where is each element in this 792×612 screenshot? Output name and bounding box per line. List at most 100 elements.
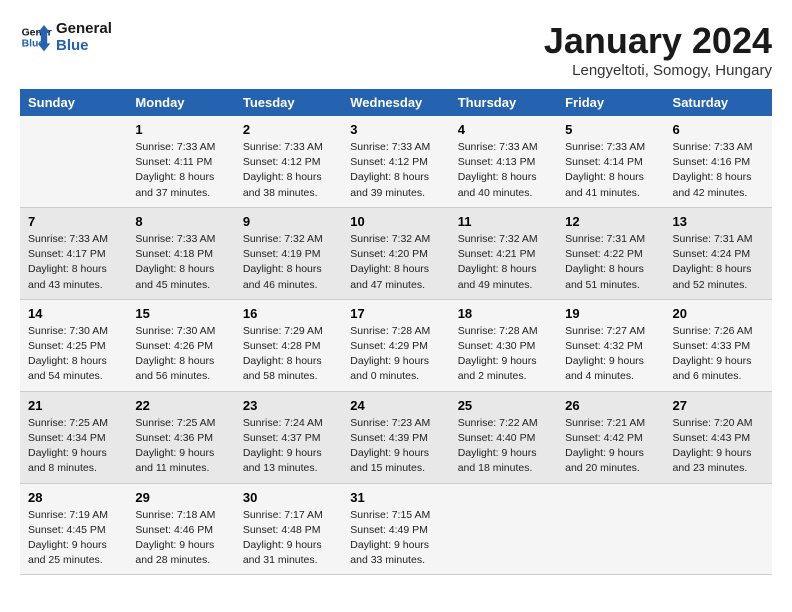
cell-info: Sunrise: 7:33 AMSunset: 4:11 PMDaylight:…: [135, 140, 226, 201]
cell-info: Sunrise: 7:25 AMSunset: 4:36 PMDaylight:…: [135, 416, 226, 477]
calendar-cell: 9 Sunrise: 7:32 AMSunset: 4:19 PMDaylight…: [235, 207, 342, 299]
cell-info: Sunrise: 7:19 AMSunset: 4:45 PMDaylight:…: [28, 508, 119, 569]
day-number: 4: [458, 122, 549, 137]
calendar-cell: [665, 483, 772, 575]
day-number: 16: [243, 306, 334, 321]
weekday-header-tuesday: Tuesday: [235, 89, 342, 116]
day-number: 28: [28, 490, 119, 505]
calendar-cell: 2 Sunrise: 7:33 AMSunset: 4:12 PMDaylight…: [235, 116, 342, 207]
cell-info: Sunrise: 7:20 AMSunset: 4:43 PMDaylight:…: [673, 416, 764, 477]
calendar-cell: 22 Sunrise: 7:25 AMSunset: 4:36 PMDayligh…: [127, 391, 234, 483]
calendar-week-row: 21 Sunrise: 7:25 AMSunset: 4:34 PMDayligh…: [20, 391, 772, 483]
cell-info: Sunrise: 7:32 AMSunset: 4:19 PMDaylight:…: [243, 232, 334, 293]
cell-info: Sunrise: 7:32 AMSunset: 4:20 PMDaylight:…: [350, 232, 441, 293]
cell-info: Sunrise: 7:21 AMSunset: 4:42 PMDaylight:…: [565, 416, 656, 477]
logo-general: General: [56, 20, 112, 37]
cell-info: Sunrise: 7:33 AMSunset: 4:13 PMDaylight:…: [458, 140, 549, 201]
cell-info: Sunrise: 7:33 AMSunset: 4:12 PMDaylight:…: [350, 140, 441, 201]
day-number: 11: [458, 214, 549, 229]
weekday-header-wednesday: Wednesday: [342, 89, 449, 116]
cell-info: Sunrise: 7:32 AMSunset: 4:21 PMDaylight:…: [458, 232, 549, 293]
weekday-header-friday: Friday: [557, 89, 664, 116]
calendar-cell: [450, 483, 557, 575]
calendar-cell: 20 Sunrise: 7:26 AMSunset: 4:33 PMDayligh…: [665, 299, 772, 391]
cell-info: Sunrise: 7:33 AMSunset: 4:17 PMDaylight:…: [28, 232, 119, 293]
calendar-cell: 15 Sunrise: 7:30 AMSunset: 4:26 PMDayligh…: [127, 299, 234, 391]
day-number: 10: [350, 214, 441, 229]
calendar-cell: 13 Sunrise: 7:31 AMSunset: 4:24 PMDayligh…: [665, 207, 772, 299]
calendar-cell: 11 Sunrise: 7:32 AMSunset: 4:21 PMDayligh…: [450, 207, 557, 299]
cell-info: Sunrise: 7:30 AMSunset: 4:26 PMDaylight:…: [135, 324, 226, 385]
day-number: 9: [243, 214, 334, 229]
cell-info: Sunrise: 7:33 AMSunset: 4:18 PMDaylight:…: [135, 232, 226, 293]
day-number: 14: [28, 306, 119, 321]
cell-info: Sunrise: 7:33 AMSunset: 4:16 PMDaylight:…: [673, 140, 764, 201]
day-number: 12: [565, 214, 656, 229]
day-number: 30: [243, 490, 334, 505]
weekday-header-row: SundayMondayTuesdayWednesdayThursdayFrid…: [20, 89, 772, 116]
page-header: General Blue General Blue January 2024 L…: [20, 20, 772, 79]
weekday-header-saturday: Saturday: [665, 89, 772, 116]
cell-info: Sunrise: 7:15 AMSunset: 4:49 PMDaylight:…: [350, 508, 441, 569]
cell-info: Sunrise: 7:33 AMSunset: 4:14 PMDaylight:…: [565, 140, 656, 201]
calendar-cell: 28 Sunrise: 7:19 AMSunset: 4:45 PMDayligh…: [20, 483, 127, 575]
cell-info: Sunrise: 7:29 AMSunset: 4:28 PMDaylight:…: [243, 324, 334, 385]
day-number: 6: [673, 122, 764, 137]
cell-info: Sunrise: 7:17 AMSunset: 4:48 PMDaylight:…: [243, 508, 334, 569]
cell-info: Sunrise: 7:25 AMSunset: 4:34 PMDaylight:…: [28, 416, 119, 477]
calendar-cell: 6 Sunrise: 7:33 AMSunset: 4:16 PMDaylight…: [665, 116, 772, 207]
day-number: 3: [350, 122, 441, 137]
day-number: 15: [135, 306, 226, 321]
calendar-cell: 8Sunrise: 7:33 AMSunset: 4:18 PMDaylight…: [127, 207, 234, 299]
day-number: 2: [243, 122, 334, 137]
day-number: 31: [350, 490, 441, 505]
logo: General Blue General Blue: [20, 20, 112, 54]
day-number: 13: [673, 214, 764, 229]
cell-info: Sunrise: 7:33 AMSunset: 4:12 PMDaylight:…: [243, 140, 334, 201]
calendar-cell: 10 Sunrise: 7:32 AMSunset: 4:20 PMDayligh…: [342, 207, 449, 299]
day-number: 5: [565, 122, 656, 137]
calendar-cell: 30 Sunrise: 7:17 AMSunset: 4:48 PMDayligh…: [235, 483, 342, 575]
cell-info: Sunrise: 7:23 AMSunset: 4:39 PMDaylight:…: [350, 416, 441, 477]
day-number: 24: [350, 398, 441, 413]
calendar-cell: 17Sunrise: 7:28 AMSunset: 4:29 PMDayligh…: [342, 299, 449, 391]
calendar-cell: 25 Sunrise: 7:22 AMSunset: 4:40 PMDayligh…: [450, 391, 557, 483]
calendar-cell: 24 Sunrise: 7:23 AMSunset: 4:39 PMDayligh…: [342, 391, 449, 483]
calendar-week-row: 7 Sunrise: 7:33 AMSunset: 4:17 PMDaylight…: [20, 207, 772, 299]
day-number: 25: [458, 398, 549, 413]
cell-info: Sunrise: 7:30 AMSunset: 4:25 PMDaylight:…: [28, 324, 119, 385]
cell-info: Sunrise: 7:28 AMSunset: 4:30 PMDaylight:…: [458, 324, 549, 385]
day-number: 1: [135, 122, 226, 137]
calendar-cell: 18 Sunrise: 7:28 AMSunset: 4:30 PMDayligh…: [450, 299, 557, 391]
day-number: 29: [135, 490, 226, 505]
cell-info: Sunrise: 7:27 AMSunset: 4:32 PMDaylight:…: [565, 324, 656, 385]
cell-info: Sunrise: 7:22 AMSunset: 4:40 PMDaylight:…: [458, 416, 549, 477]
cell-info: Sunrise: 7:31 AMSunset: 4:22 PMDaylight:…: [565, 232, 656, 293]
day-number: 7: [28, 214, 119, 229]
day-number: 23: [243, 398, 334, 413]
calendar-week-row: 28 Sunrise: 7:19 AMSunset: 4:45 PMDayligh…: [20, 483, 772, 575]
weekday-header-thursday: Thursday: [450, 89, 557, 116]
cell-info: Sunrise: 7:31 AMSunset: 4:24 PMDaylight:…: [673, 232, 764, 293]
calendar-cell: 23Sunrise: 7:24 AMSunset: 4:37 PMDayligh…: [235, 391, 342, 483]
calendar-table: SundayMondayTuesdayWednesdayThursdayFrid…: [20, 89, 772, 575]
calendar-cell: 19 Sunrise: 7:27 AMSunset: 4:32 PMDayligh…: [557, 299, 664, 391]
calendar-cell: 7 Sunrise: 7:33 AMSunset: 4:17 PMDaylight…: [20, 207, 127, 299]
calendar-cell: 31 Sunrise: 7:15 AMSunset: 4:49 PMDayligh…: [342, 483, 449, 575]
day-number: 21: [28, 398, 119, 413]
day-number: 20: [673, 306, 764, 321]
calendar-cell: 3 Sunrise: 7:33 AMSunset: 4:12 PMDaylight…: [342, 116, 449, 207]
calendar-cell: 5 Sunrise: 7:33 AMSunset: 4:14 PMDaylight…: [557, 116, 664, 207]
location-subtitle: Lengyeltoti, Somogy, Hungary: [544, 62, 772, 79]
calendar-cell: 1 Sunrise: 7:33 AMSunset: 4:11 PMDaylight…: [127, 116, 234, 207]
day-number: 19: [565, 306, 656, 321]
cell-info: Sunrise: 7:26 AMSunset: 4:33 PMDaylight:…: [673, 324, 764, 385]
day-number: 26: [565, 398, 656, 413]
day-number: 22: [135, 398, 226, 413]
calendar-cell: 14 Sunrise: 7:30 AMSunset: 4:25 PMDayligh…: [20, 299, 127, 391]
calendar-cell: 4 Sunrise: 7:33 AMSunset: 4:13 PMDaylight…: [450, 116, 557, 207]
day-number: 18: [458, 306, 549, 321]
calendar-cell: 29Sunrise: 7:18 AMSunset: 4:46 PMDayligh…: [127, 483, 234, 575]
calendar-cell: 26 Sunrise: 7:21 AMSunset: 4:42 PMDayligh…: [557, 391, 664, 483]
calendar-week-row: 14 Sunrise: 7:30 AMSunset: 4:25 PMDayligh…: [20, 299, 772, 391]
